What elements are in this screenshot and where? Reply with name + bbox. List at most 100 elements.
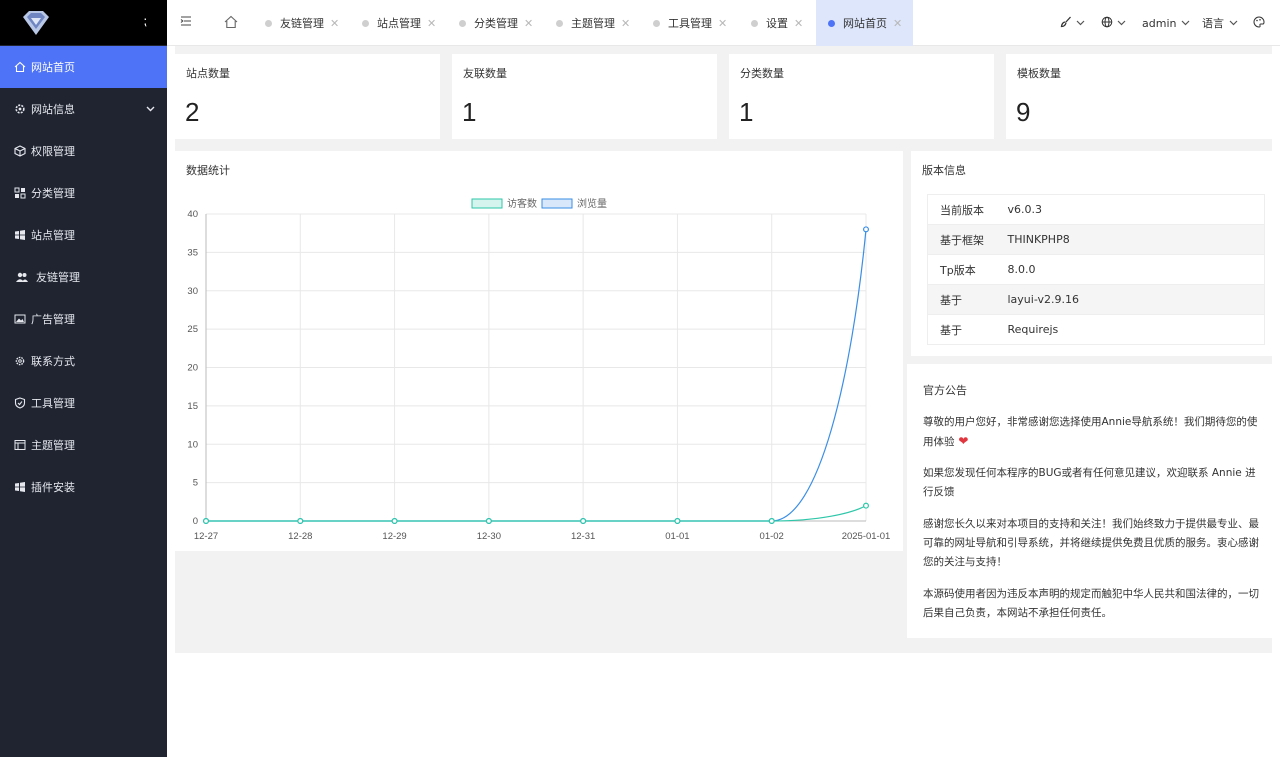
top-bar: 友链管理 ✕ 站点管理 ✕ 分类管理 ✕ 主题管理 ✕ 工具管理 ✕ 设置 ✕ … [167, 0, 1280, 46]
stat-label: 模板数量 [1017, 67, 1061, 80]
x-tick-label: 01-02 [760, 531, 784, 542]
version-key: 基于框架 [927, 224, 1008, 255]
home-icon [14, 61, 26, 73]
sidebar-item-label: 友链管理 [36, 271, 80, 284]
more-icon[interactable]: ⁏ [143, 14, 147, 28]
globe-icon [1101, 16, 1113, 31]
stat-label: 站点数量 [186, 67, 230, 80]
tab-themes[interactable]: 主题管理 ✕ [556, 0, 630, 46]
close-icon[interactable]: ✕ [524, 17, 533, 30]
user-menu[interactable]: admin [1142, 0, 1190, 46]
sidebar-item-label: 分类管理 [31, 187, 75, 200]
version-value: THINKPHP8 [1007, 224, 1265, 255]
stat-value: 1 [462, 97, 477, 127]
notice-paragraph: 如果您发现任何本程序的BUG或者有任何意见建议，欢迎联系 Annie 进行反馈 [923, 467, 1256, 498]
stat-value: 9 [1016, 97, 1031, 127]
windows-icon [14, 481, 26, 493]
chevron-down-icon [1117, 17, 1126, 30]
sidebar-item-label: 站点管理 [31, 229, 75, 242]
home-icon[interactable] [224, 15, 238, 32]
notice-paragraph: 尊敬的用户您好，非常感谢您选择使用Annie导航系统！我们期待您的使用体验 ❤ [923, 413, 1265, 452]
line-chart: 0 5 10 15 20 25 30 35 40 12-27 12-28 12-29 12-30 12-3… [187, 197, 890, 542]
tab-tools[interactable]: 工具管理 ✕ [653, 0, 727, 46]
tab-sites[interactable]: 站点管理 ✕ [362, 0, 436, 46]
table-row: 基于 Requirejs [927, 314, 1265, 345]
series-line [206, 505, 867, 522]
users-icon [16, 271, 28, 283]
version-key: 基于 [927, 314, 1008, 345]
language-menu[interactable]: 语言 [1202, 0, 1238, 46]
brush-menu[interactable] [1060, 0, 1085, 46]
brush-icon [1060, 16, 1072, 31]
data-point [485, 518, 492, 525]
data-point [580, 518, 587, 525]
close-icon[interactable]: ✕ [718, 17, 727, 30]
sidebar-item-themes[interactable]: 主题管理 [0, 424, 167, 466]
version-key: 基于 [927, 284, 1008, 315]
sidebar-item-plugins[interactable]: 插件安装 [0, 466, 167, 508]
stat-value: 2 [185, 97, 200, 127]
sidebar-item-label: 工具管理 [31, 397, 75, 410]
tab-label: 友链管理 [280, 17, 324, 30]
sidebar-item-label: 主题管理 [31, 439, 75, 452]
y-tick-label: 35 [187, 247, 198, 258]
close-icon[interactable]: ✕ [621, 17, 630, 30]
tab-label: 分类管理 [474, 17, 518, 30]
sidebar-item-label: 权限管理 [31, 145, 75, 158]
version-key: Tp版本 [927, 254, 1008, 285]
chart-card: 数据统计 0 5 10 15 20 25 30 35 40 12-27 12-28 12-29 12-3… [175, 151, 903, 551]
tab-home[interactable]: 网站首页 ✕ [816, 0, 913, 46]
table-row: 基于框架 THINKPHP8 [927, 224, 1265, 255]
tab-label: 工具管理 [668, 17, 712, 30]
theme-button[interactable] [1253, 0, 1265, 46]
series-line [206, 229, 867, 522]
chevron-down-icon [1229, 17, 1238, 30]
sidebar-item-label: 网站信息 [31, 103, 75, 116]
grid-icon [14, 187, 26, 199]
tab-links[interactable]: 友链管理 ✕ [265, 0, 339, 46]
shield-icon [14, 397, 26, 409]
tab-dot [265, 19, 272, 27]
y-tick-label: 40 [187, 209, 198, 220]
sidebar-item-site-info[interactable]: 网站信息 [0, 88, 167, 130]
stat-value: 1 [739, 97, 754, 127]
y-tick-label: 5 [193, 478, 198, 489]
logo-icon [23, 11, 49, 35]
sidebar-item-ads[interactable]: 广告管理 [0, 298, 167, 340]
sidebar-item-contact[interactable]: 联系方式 [0, 340, 167, 382]
menu-toggle-icon[interactable] [180, 15, 192, 30]
x-tick-label: 12-29 [382, 531, 406, 542]
logo[interactable]: ⁏ [0, 0, 167, 45]
sidebar-item-label: 网站首页 [31, 61, 75, 74]
data-point [862, 226, 869, 233]
tab-label: 设置 [766, 17, 788, 30]
sidebar-item-permissions[interactable]: 权限管理 [0, 130, 167, 172]
x-tick-label: 12-28 [288, 531, 312, 542]
tab-categories[interactable]: 分类管理 ✕ [459, 0, 533, 46]
tab-settings[interactable]: 设置 ✕ [751, 0, 803, 46]
y-tick-label: 30 [187, 286, 198, 297]
sidebar-item-home[interactable]: 网站首页 [0, 46, 167, 88]
y-tick-label: 20 [187, 363, 198, 374]
stat-label: 分类数量 [740, 67, 784, 80]
sidebar-item-sites[interactable]: 站点管理 [0, 214, 167, 256]
sidebar-item-links[interactable]: 友链管理 [0, 256, 167, 298]
table-row: Tp版本 8.0.0 [927, 254, 1265, 285]
version-value: layui-v2.9.16 [1007, 284, 1265, 315]
tab-label: 网站首页 [843, 17, 887, 30]
sidebar-item-categories[interactable]: 分类管理 [0, 172, 167, 214]
sidebar: ⁏ 网站首页 网站信息 权限管理 分类管理 站点管理 友链管理 广告管理 联系方… [0, 0, 167, 757]
tab-label: 主题管理 [571, 17, 615, 30]
close-icon[interactable]: ✕ [330, 17, 339, 30]
notice-paragraph: 感谢您长久以来对本项目的支持和关注！我们始终致力于提供最专业、最可靠的网址导航和… [923, 518, 1259, 568]
language-label: 语言 [1202, 17, 1224, 30]
close-icon[interactable]: ✕ [794, 17, 803, 30]
stat-card-sites: 站点数量 2 [175, 54, 440, 139]
main-content: 站点数量 2 友联数量 1 分类数量 1 模板数量 9 数据统计 0 5 10 15 2… [175, 46, 1272, 653]
notice-text: 尊敬的用户您好，非常感谢您选择使用Annie导航系统！我们期待您的使用体验 [923, 416, 1258, 448]
close-icon[interactable]: ✕ [427, 17, 436, 30]
globe-menu[interactable] [1101, 0, 1126, 46]
close-icon[interactable]: ✕ [893, 17, 902, 30]
sidebar-item-tools[interactable]: 工具管理 [0, 382, 167, 424]
version-value: v6.0.3 [1007, 194, 1265, 225]
